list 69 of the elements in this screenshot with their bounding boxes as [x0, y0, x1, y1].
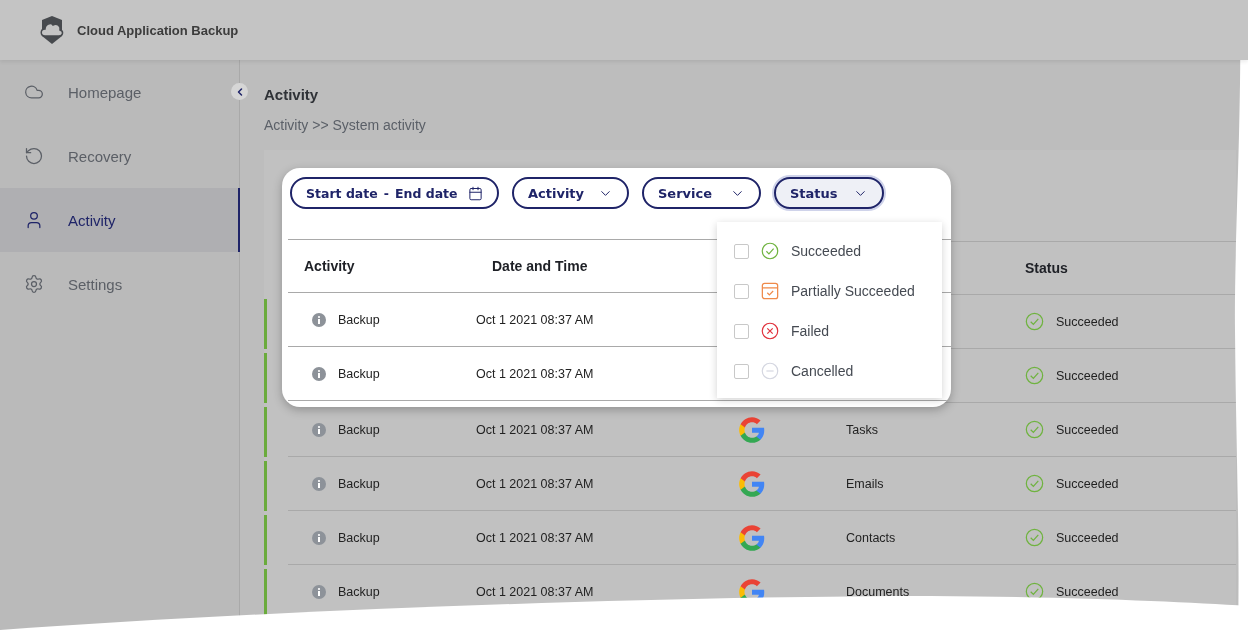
datetime-cell: Oct 1 2021 08:37 AM [476, 312, 594, 327]
datetime-cell: Oct 1 2021 08:37 AM [476, 476, 594, 491]
activity-cell: Backup [338, 366, 380, 381]
status-cell: Succeeded [1056, 584, 1119, 599]
info-icon[interactable] [312, 584, 326, 599]
row-stripe [264, 353, 267, 403]
status-option[interactable]: Failed [717, 311, 942, 351]
status-cell: Succeeded [1056, 422, 1119, 437]
minus-circle-icon [761, 362, 779, 380]
item-name-cell: Tasks [846, 422, 878, 437]
column-header: Status [1025, 260, 1068, 276]
status-option[interactable]: Cancelled [717, 351, 942, 391]
calendar-icon [468, 185, 483, 201]
check-circle-icon [1025, 420, 1044, 439]
status-cell: Succeeded [1056, 476, 1119, 491]
row-stripe [264, 407, 267, 457]
google-g-icon [738, 523, 766, 552]
checkbox[interactable] [734, 323, 749, 339]
check-circle-icon [1025, 474, 1044, 493]
status-option[interactable]: Partially Succeeded [717, 271, 942, 311]
status-cell: Succeeded [1056, 530, 1119, 545]
info-icon[interactable] [312, 422, 326, 437]
breadcrumb: Activity >> System activity [264, 116, 427, 134]
datetime-cell: Oct 1 2021 08:37 AM [476, 584, 594, 599]
item-name-cell: Documents [846, 584, 910, 599]
column-header: Date and Time [492, 258, 588, 274]
activity-cell: Backup [338, 584, 380, 599]
datetime-cell: Oct 1 2021 08:37 AM [476, 366, 594, 381]
check-circle-icon [761, 242, 779, 260]
calendar-check-icon [761, 282, 779, 300]
collapse-button[interactable] [231, 83, 248, 100]
checkbox[interactable] [734, 243, 749, 259]
filter-dropdown[interactable]: Activity [512, 177, 629, 209]
app-title: Cloud Application Backup [77, 22, 239, 38]
gear-icon [24, 274, 44, 294]
filter-dropdown[interactable]: Service [642, 177, 761, 209]
status-cell: Succeeded [1056, 314, 1119, 329]
check-circle-icon [1025, 582, 1044, 601]
check-circle-icon [1025, 366, 1044, 385]
info-icon[interactable] [312, 530, 326, 545]
activity-cell: Backup [338, 312, 380, 327]
info-icon[interactable] [312, 476, 326, 491]
row-stripe [264, 299, 267, 349]
datetime-cell: Oct 1 2021 08:37 AM [476, 422, 594, 437]
checkbox[interactable] [734, 283, 749, 299]
check-circle-icon [1025, 528, 1044, 547]
info-icon[interactable] [312, 312, 326, 327]
item-name-cell: Emails [846, 476, 884, 491]
item-name-cell: Contacts [846, 530, 896, 545]
status-cell: Succeeded [1056, 368, 1119, 383]
row-stripe [264, 461, 267, 511]
activity-cell: Backup [338, 476, 380, 491]
column-header: Activity [304, 258, 355, 274]
google-g-icon [738, 415, 766, 444]
datetime-cell: Oct 1 2021 08:37 AM [476, 530, 594, 545]
page-title: Activity [264, 86, 320, 104]
error-circle-icon [761, 322, 779, 340]
info-icon[interactable] [312, 366, 326, 381]
checkbox[interactable] [734, 363, 749, 379]
google-g-icon [738, 469, 766, 498]
check-circle-icon [1025, 312, 1044, 331]
rotate-arrow-icon [24, 146, 44, 166]
status-option[interactable]: Succeeded [717, 231, 942, 271]
row-stripe [264, 515, 267, 565]
activity-cell: Backup [338, 422, 380, 437]
sidebar-item[interactable]: Activity [0, 188, 240, 252]
activity-cell: Backup [338, 530, 380, 545]
filter-dropdown[interactable]: Status [774, 177, 884, 209]
date-range-button[interactable]: Start date - End date [290, 177, 499, 209]
